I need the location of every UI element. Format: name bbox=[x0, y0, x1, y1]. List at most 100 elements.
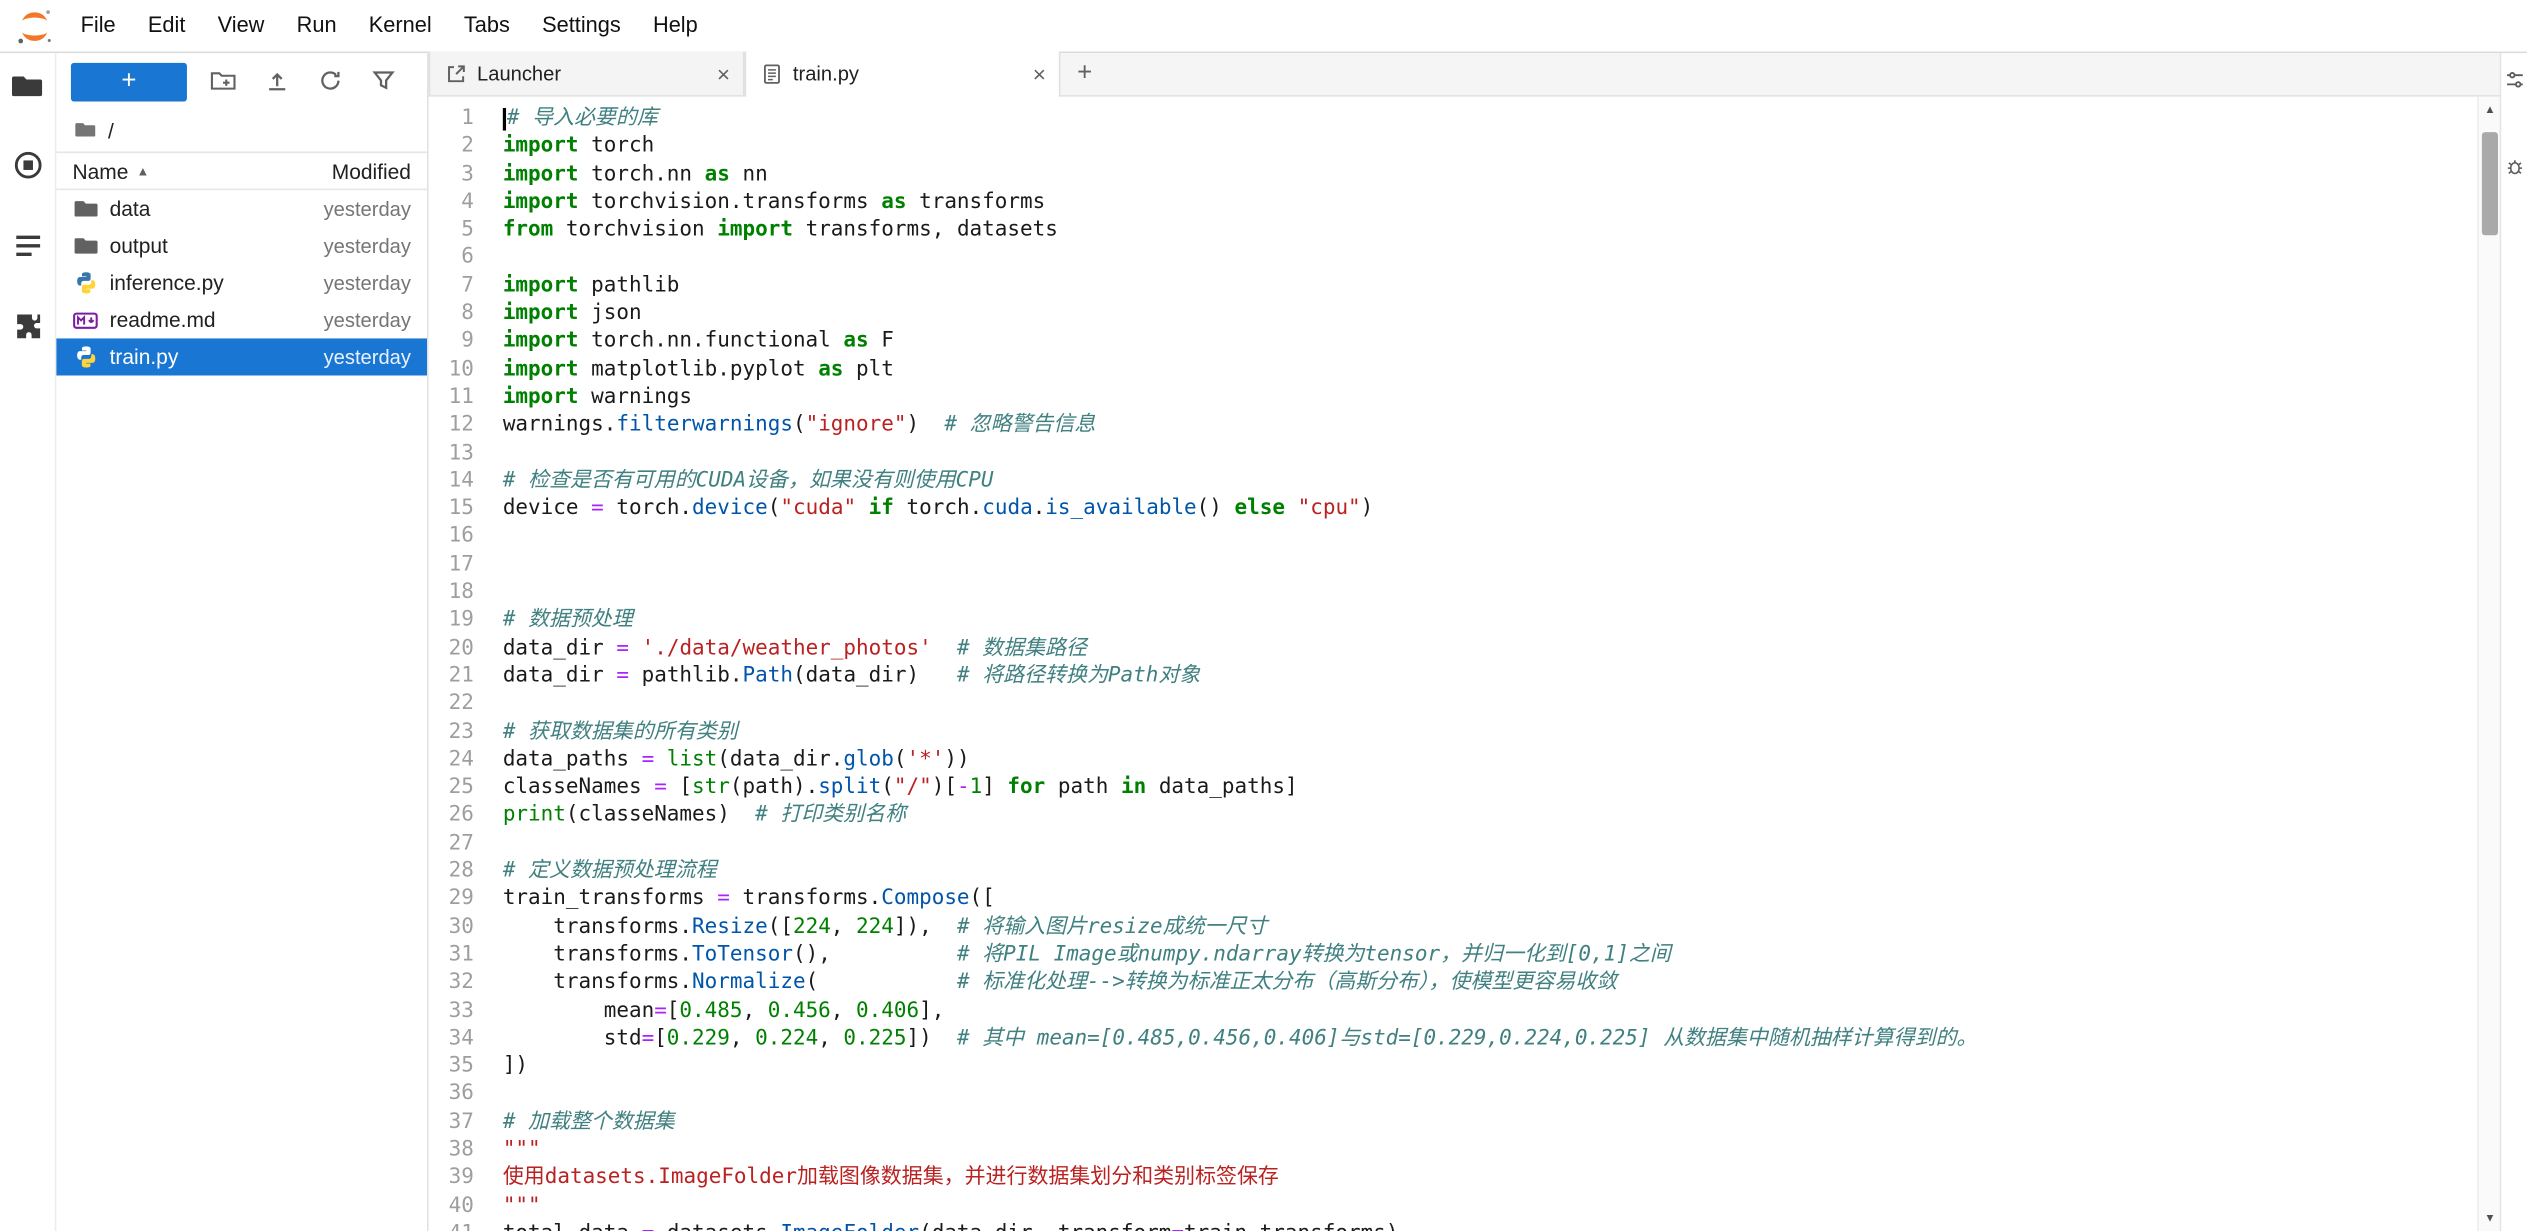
code-line[interactable]: from torchvision import transforms, data… bbox=[503, 216, 2500, 244]
table-of-contents-tab[interactable] bbox=[10, 234, 45, 266]
menu-item-edit[interactable]: Edit bbox=[132, 0, 202, 52]
menu-item-tabs[interactable]: Tabs bbox=[448, 0, 526, 52]
scroll-up-icon[interactable]: ▲ bbox=[2479, 98, 2500, 121]
tab-close-icon[interactable]: × bbox=[717, 62, 730, 85]
code-line[interactable]: # 获取数据集的所有类别 bbox=[503, 718, 2500, 746]
code-line[interactable]: # 导入必要的库 bbox=[503, 105, 2500, 133]
code-line[interactable]: """ bbox=[503, 1192, 2500, 1220]
code-line[interactable]: data_dir = pathlib.Path(data_dir) # 将路径转… bbox=[503, 662, 2500, 690]
folder-icon[interactable] bbox=[74, 118, 97, 144]
code-line[interactable]: transforms.ToTensor(), # 将PIL Image或nump… bbox=[503, 941, 2500, 969]
code-line[interactable]: classeNames = [str(path).split("/")[-1] … bbox=[503, 774, 2500, 802]
code-line[interactable] bbox=[503, 1080, 2500, 1108]
line-number: 19 bbox=[429, 607, 474, 635]
menu-item-run[interactable]: Run bbox=[281, 0, 353, 52]
code-line[interactable]: """ bbox=[503, 1136, 2500, 1164]
code-line[interactable]: import warnings bbox=[503, 384, 2500, 412]
code-line[interactable]: data_dir = './data/weather_photos' # 数据集… bbox=[503, 634, 2500, 662]
code-line[interactable]: transforms.Resize([224, 224]), # 将输入图片re… bbox=[503, 913, 2500, 941]
code-line[interactable]: warnings.filterwarnings("ignore") # 忽略警告… bbox=[503, 411, 2500, 439]
line-number: 25 bbox=[429, 774, 474, 802]
file-row-inference-py[interactable]: inference.pyyesterday bbox=[56, 264, 427, 301]
code-line[interactable]: # 数据预处理 bbox=[503, 607, 2500, 635]
line-number: 13 bbox=[429, 439, 474, 467]
breadcrumb: / bbox=[56, 111, 427, 151]
refresh-button[interactable] bbox=[303, 61, 356, 103]
code-line[interactable]: import torchvision.transforms as transfo… bbox=[503, 188, 2500, 216]
launcher-icon bbox=[443, 61, 467, 85]
menu-item-help[interactable]: Help bbox=[637, 0, 714, 52]
right-sidebar bbox=[2500, 53, 2527, 1231]
column-header-modified[interactable]: Modified bbox=[332, 159, 411, 183]
new-folder-button[interactable] bbox=[197, 61, 250, 103]
code-content[interactable]: # 导入必要的库import torchimport torch.nn as n… bbox=[483, 97, 2499, 1231]
line-number: 9 bbox=[429, 328, 474, 356]
tab-close-icon[interactable]: × bbox=[1033, 63, 1046, 86]
menu-item-kernel[interactable]: Kernel bbox=[353, 0, 448, 52]
code-line[interactable] bbox=[503, 244, 2500, 272]
python-icon bbox=[73, 344, 99, 370]
breadcrumb-root[interactable]: / bbox=[108, 119, 114, 143]
file-row-output[interactable]: outputyesterday bbox=[56, 227, 427, 264]
line-number: 30 bbox=[429, 913, 474, 941]
code-editor[interactable]: 1234567891011121314151617181920212223242… bbox=[429, 97, 2500, 1231]
code-line[interactable]: device = torch.device("cuda" if torch.cu… bbox=[503, 495, 2500, 523]
debugger-tab[interactable] bbox=[2503, 160, 2526, 183]
new-launcher-button[interactable]: + bbox=[71, 63, 187, 102]
scrollbar-thumb[interactable] bbox=[2482, 132, 2498, 235]
main-dock-panel: Launcher× train.py× + 123456789101112131… bbox=[427, 53, 2500, 1231]
tab-train-py[interactable]: train.py× bbox=[745, 52, 1061, 97]
code-line[interactable]: data_paths = list(data_dir.glob('*')) bbox=[503, 746, 2500, 774]
code-line[interactable] bbox=[503, 690, 2500, 718]
code-line[interactable]: 使用datasets.ImageFolder加载图像数据集，并进行数据集划分和类… bbox=[503, 1164, 2500, 1192]
file-row-train-py[interactable]: train.pyyesterday bbox=[56, 338, 427, 375]
code-line[interactable]: total_data = datasets.ImageFolder(data_d… bbox=[503, 1220, 2500, 1231]
code-line[interactable]: transforms.Normalize( # 标准化处理-->转换为标准正太分… bbox=[503, 969, 2500, 997]
menu-item-file[interactable]: File bbox=[64, 0, 131, 52]
file-list: datayesterday outputyesterday inference.… bbox=[56, 190, 427, 1231]
file-list-header: Name ▲ Modified bbox=[56, 151, 427, 190]
extension-manager-tab[interactable] bbox=[10, 314, 45, 346]
add-tab-button[interactable]: + bbox=[1060, 53, 1108, 95]
code-line[interactable]: mean=[0.485, 0.456, 0.406], bbox=[503, 997, 2500, 1025]
menu-item-settings[interactable]: Settings bbox=[526, 0, 637, 52]
code-line[interactable]: # 检查是否有可用的CUDA设备，如果没有则使用CPU bbox=[503, 467, 2500, 495]
line-number: 17 bbox=[429, 551, 474, 579]
line-number: 24 bbox=[429, 746, 474, 774]
line-number: 40 bbox=[429, 1192, 474, 1220]
code-line[interactable] bbox=[503, 439, 2500, 467]
code-line[interactable]: train_transforms = transforms.Compose([ bbox=[503, 885, 2500, 913]
file-browser-tab[interactable] bbox=[10, 73, 45, 105]
property-inspector-tab[interactable] bbox=[2503, 73, 2526, 96]
menu-item-view[interactable]: View bbox=[202, 0, 281, 52]
file-row-data[interactable]: datayesterday bbox=[56, 190, 427, 227]
column-header-name[interactable]: Name bbox=[73, 159, 129, 183]
vertical-scrollbar[interactable]: ▲ ▼ bbox=[2477, 97, 2500, 1231]
code-line[interactable] bbox=[503, 551, 2500, 579]
file-row-readme-md[interactable]: readme.mdyesterday bbox=[56, 301, 427, 338]
line-number: 4 bbox=[429, 188, 474, 216]
code-line[interactable]: import torch.nn as nn bbox=[503, 161, 2500, 189]
code-line[interactable]: # 加载整个数据集 bbox=[503, 1108, 2500, 1136]
code-line[interactable]: import torch.nn.functional as F bbox=[503, 328, 2500, 356]
running-sessions-tab[interactable] bbox=[10, 153, 45, 185]
file-modified: yesterday bbox=[324, 234, 411, 257]
file-browser-panel: + bbox=[56, 53, 427, 1231]
upload-button[interactable] bbox=[250, 61, 303, 103]
code-line[interactable] bbox=[503, 830, 2500, 858]
code-line[interactable] bbox=[503, 579, 2500, 607]
code-line[interactable]: import matplotlib.pyplot as plt bbox=[503, 356, 2500, 384]
code-line[interactable]: ]) bbox=[503, 1053, 2500, 1081]
code-line[interactable]: import pathlib bbox=[503, 272, 2500, 300]
line-number: 2 bbox=[429, 133, 474, 161]
scroll-down-icon[interactable]: ▼ bbox=[2479, 1207, 2500, 1230]
code-line[interactable]: print(classeNames) # 打印类别名称 bbox=[503, 802, 2500, 830]
code-line[interactable] bbox=[503, 523, 2500, 551]
code-line[interactable]: std=[0.229, 0.224, 0.225]) # 其中 mean=[0.… bbox=[503, 1025, 2500, 1053]
code-line[interactable]: # 定义数据预处理流程 bbox=[503, 857, 2500, 885]
filter-button[interactable] bbox=[356, 61, 409, 103]
code-line[interactable]: import json bbox=[503, 300, 2500, 328]
tab-launcher[interactable]: Launcher× bbox=[429, 52, 745, 96]
file-browser-toolbar: + bbox=[56, 53, 427, 111]
code-line[interactable]: import torch bbox=[503, 133, 2500, 161]
